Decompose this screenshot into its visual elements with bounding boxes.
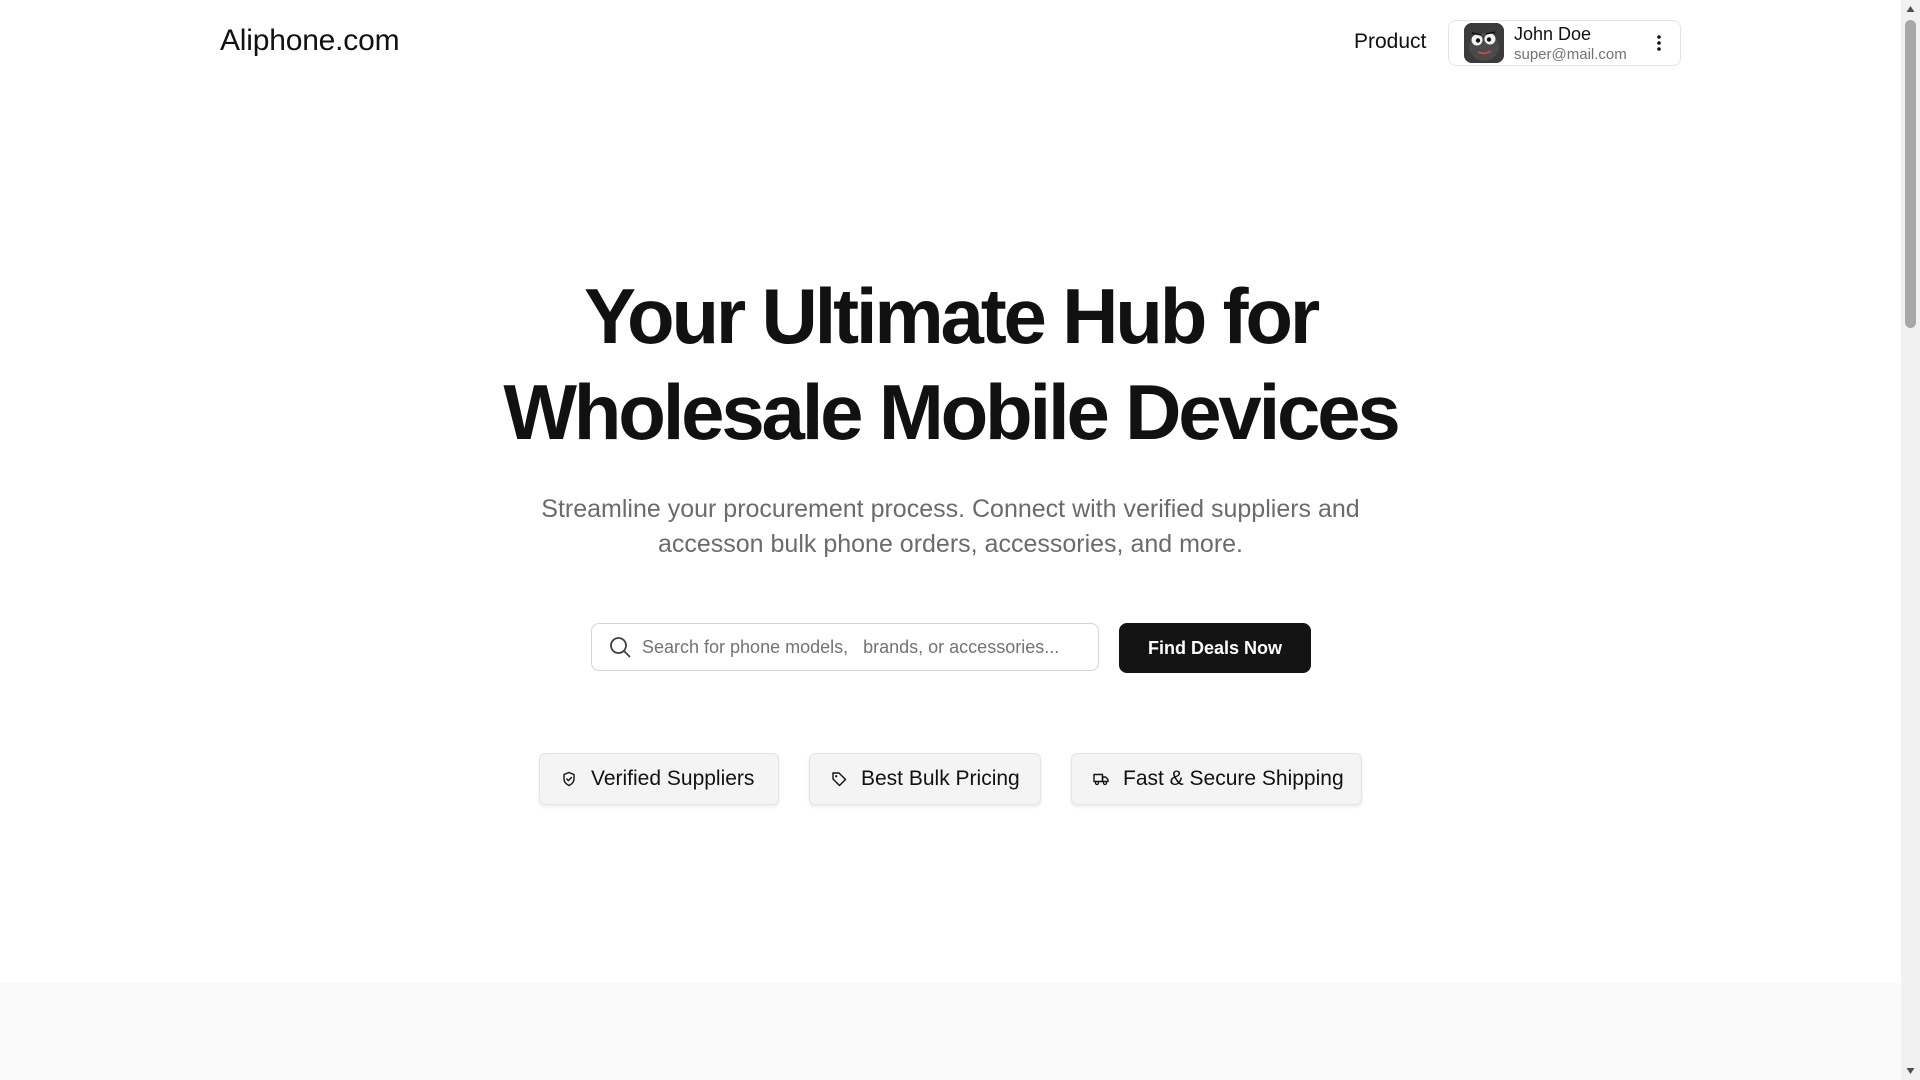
hero-title-line-2: Wholesale Mobile Devices (503, 368, 1400, 456)
shield-check-icon (563, 771, 575, 787)
search-icon (610, 637, 631, 658)
search-box[interactable] (591, 623, 1099, 671)
page: Aliphone.com Product John Doe super@mail… (0, 0, 1901, 1080)
vertical-scrollbar[interactable] (1901, 0, 1920, 1080)
scrollbar-thumb[interactable] (1905, 20, 1916, 328)
hero-subtitle: Streamline your procurement process. Con… (0, 492, 1901, 562)
feature-best-bulk-pricing: Best Bulk Pricing (809, 753, 1041, 805)
truck-icon (1093, 773, 1109, 786)
feature-badges: Verified Suppliers Best Bulk Pricing Fas… (0, 753, 1901, 805)
find-deals-button[interactable]: Find Deals Now (1119, 623, 1311, 673)
hero-subtitle-line-1: Streamline your procurement process. Con… (541, 495, 1360, 523)
scroll-down-arrow-icon[interactable] (1905, 1064, 1916, 1078)
feature-label: Best Bulk Pricing (861, 767, 1020, 790)
hero-subtitle-line-2: accesson bulk phone orders, accessories,… (657, 530, 1244, 558)
feature-label: Fast & Secure Shipping (1123, 767, 1344, 790)
site-logo[interactable]: Aliphone.com (220, 24, 400, 58)
feature-fast-secure-shipping: Fast & Secure Shipping (1071, 753, 1362, 805)
avatar (1464, 23, 1504, 63)
feature-verified-suppliers: Verified Suppliers (539, 753, 779, 805)
next-section (0, 983, 1901, 1080)
tag-icon (832, 772, 847, 787)
user-email: super@mail.com (1514, 45, 1627, 63)
hero-title-line-1: Your Ultimate Hub for (583, 272, 1320, 360)
feature-label: Verified Suppliers (591, 767, 755, 790)
more-vertical-icon[interactable] (1656, 33, 1662, 53)
top-header: Aliphone.com Product John Doe super@mail… (0, 0, 1901, 86)
scroll-up-arrow-icon[interactable] (1905, 2, 1916, 16)
user-menu[interactable]: John Doe super@mail.com (1448, 20, 1681, 66)
user-info: John Doe super@mail.com (1514, 25, 1627, 62)
search-input[interactable] (642, 636, 1082, 658)
user-name: John Doe (1514, 23, 1592, 44)
nav-product-link[interactable]: Product (1354, 30, 1426, 54)
hero-title: Your Ultimate Hub for Wholesale Mobile D… (0, 268, 1901, 460)
